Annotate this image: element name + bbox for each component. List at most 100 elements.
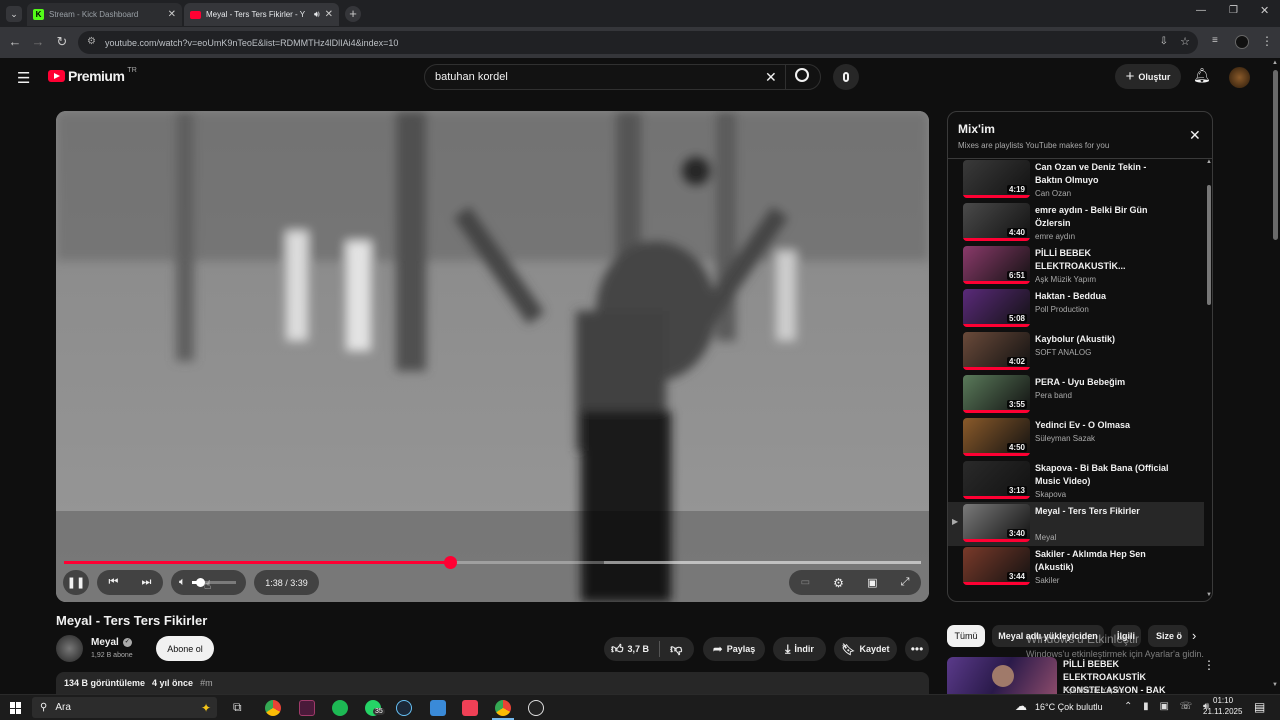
fullscreen-icon[interactable]: ⤢ bbox=[901, 576, 910, 589]
bookmark-star-icon[interactable]: ☆ bbox=[1180, 35, 1190, 48]
youtube-logo[interactable]: Premium TR bbox=[48, 67, 137, 84]
more-actions-button[interactable]: ••• bbox=[905, 637, 929, 661]
scrollbar-track[interactable]: ▲ ▼ bbox=[1204, 159, 1212, 601]
play-pause-button[interactable]: ❚❚ bbox=[63, 570, 89, 595]
clock-date[interactable]: 21.11.2025 bbox=[1203, 707, 1242, 716]
progress-scrubber[interactable] bbox=[443, 556, 457, 569]
dislike-icon[interactable]: 👎︎ bbox=[670, 642, 682, 657]
site-info-icon[interactable]: ⚙ bbox=[87, 36, 96, 47]
like-count[interactable]: 3,7 B bbox=[628, 644, 650, 654]
close-tab-icon[interactable]: ✕ bbox=[325, 9, 333, 20]
mix-list-item[interactable]: ▶ 3:40 Meyal - Ters Ters Fikirler Meyal bbox=[948, 502, 1204, 546]
volume-icon[interactable]: 🔈︎ bbox=[179, 576, 186, 589]
tray-icons[interactable]: ⌃ ▮ ▣ ☏ 🔊︎ bbox=[1124, 701, 1213, 712]
mix-item-thumbnail[interactable]: 3:40 bbox=[963, 504, 1030, 542]
mix-item-thumbnail[interactable]: 3:55 bbox=[963, 375, 1030, 413]
recommended-more-icon[interactable]: ⋮ bbox=[1203, 658, 1215, 672]
mix-item-thumbnail[interactable]: 4:40 bbox=[963, 203, 1030, 241]
chrome-icon[interactable] bbox=[265, 700, 281, 716]
notification-center-icon[interactable]: ▤ bbox=[1254, 700, 1265, 714]
install-app-icon[interactable]: ⇩ bbox=[1160, 36, 1168, 47]
subtitles-icon[interactable]: ▭ bbox=[801, 577, 810, 588]
notifications-bell-icon[interactable]: 🔔︎ bbox=[1193, 67, 1211, 84]
hashtag[interactable]: #m bbox=[200, 678, 213, 688]
subscribe-button[interactable]: Abone ol bbox=[156, 636, 214, 661]
tab-youtube[interactable]: Meyal - Ters Ters Fikirler - Y 🔊︎ ✕ bbox=[184, 3, 339, 26]
close-tab-icon[interactable]: ✕ bbox=[168, 9, 176, 20]
steam-icon[interactable] bbox=[396, 700, 412, 716]
description-box[interactable]: 134 B görüntüleme 4 yıl önce #m bbox=[56, 672, 929, 694]
taskbar-search[interactable]: ⚲ Ara ✦ bbox=[32, 697, 217, 718]
menu-icon[interactable]: ☰ bbox=[17, 69, 30, 87]
account-avatar[interactable] bbox=[1229, 67, 1250, 88]
mix-item-thumbnail[interactable]: 4:50 bbox=[963, 418, 1030, 456]
chrome-active-icon[interactable] bbox=[495, 700, 511, 716]
chevron-right-icon[interactable]: › bbox=[1192, 628, 1196, 643]
mix-list-item[interactable]: 3:13 Skapova - Bi Bak Bana (Official Musi… bbox=[948, 459, 1204, 503]
mix-item-thumbnail[interactable]: 5:08 bbox=[963, 289, 1030, 327]
mix-item-thumbnail[interactable]: 3:44 bbox=[963, 547, 1030, 585]
progress-bar[interactable] bbox=[64, 556, 921, 569]
mix-list-item[interactable]: 4:19 Can Ozan ve Deniz Tekin - Baktın Olm… bbox=[948, 158, 1204, 202]
new-tab-button[interactable]: + bbox=[345, 6, 361, 22]
address-bar[interactable]: ⚙ youtube.com/watch?v=eoUmK9nTeoE&list=R… bbox=[78, 31, 1198, 54]
voice-search-button[interactable] bbox=[833, 64, 859, 90]
create-button[interactable]: + Oluştur bbox=[1115, 64, 1181, 89]
mix-list-item[interactable]: 4:02 Kaybolur (Akustik) SOFT ANALOG bbox=[948, 330, 1204, 374]
whatsapp-icon[interactable]: 35 bbox=[365, 700, 385, 716]
weather-icon[interactable]: ☁ bbox=[1015, 699, 1027, 713]
mix-list-item[interactable]: 4:50 Yedinci Ev - O Olmasa Süleyman Sazak bbox=[948, 416, 1204, 460]
task-view-icon[interactable]: ⧉ bbox=[233, 700, 242, 715]
mix-list-item[interactable]: 5:08 Haktan - Beddua Poll Production bbox=[948, 287, 1204, 331]
page-scrollbar[interactable]: ▲ ▼ bbox=[1270, 58, 1280, 694]
download-button[interactable]: ⤓ İndir bbox=[773, 637, 826, 661]
search-input[interactable]: batuhan kordel ✕ bbox=[424, 64, 821, 90]
app-icon-dark[interactable] bbox=[299, 700, 315, 716]
clock-time[interactable]: 01:10 bbox=[1213, 696, 1233, 705]
mix-item-thumbnail[interactable]: 4:19 bbox=[963, 160, 1030, 198]
volume-slider[interactable] bbox=[191, 578, 236, 587]
minimize-button[interactable]: — bbox=[1196, 5, 1206, 16]
channel-avatar[interactable] bbox=[56, 635, 83, 662]
close-window-button[interactable]: ✕ bbox=[1260, 4, 1269, 17]
next-icon[interactable]: ⏭︎ bbox=[142, 576, 152, 589]
obs-icon[interactable] bbox=[528, 700, 544, 716]
profile-avatar[interactable] bbox=[1235, 35, 1249, 49]
spotify-icon[interactable] bbox=[332, 700, 348, 716]
weather-text[interactable]: 16°C Çok bulutlu bbox=[1035, 702, 1103, 712]
mix-list-item[interactable]: 6:51 PİLLİ BEBEK ELEKTROAKUSTİK... Aşk Müz… bbox=[948, 244, 1204, 288]
previous-icon[interactable]: ⏮︎ bbox=[109, 576, 119, 589]
browser-menu-icon[interactable]: ⋮ bbox=[1261, 34, 1273, 48]
media-controls-icon[interactable]: ≡ bbox=[1212, 35, 1218, 46]
recommended-thumbnail[interactable] bbox=[947, 657, 1057, 694]
tab-kick-dashboard[interactable]: K Stream - Kick Dashboard ✕ bbox=[27, 3, 182, 26]
speaker-icon[interactable]: 🔊︎ bbox=[314, 9, 320, 20]
pocket-icon[interactable] bbox=[462, 700, 478, 716]
settings-gear-icon[interactable]: ⚙ bbox=[833, 576, 844, 590]
miniplayer-icon[interactable]: ▣ bbox=[867, 576, 877, 589]
mix-list-item[interactable]: 4:40 emre aydın - Belki Bir Gün Özlersin e… bbox=[948, 201, 1204, 245]
close-icon[interactable]: ✕ bbox=[1189, 127, 1201, 144]
tab-search-icon[interactable]: ⌄ bbox=[6, 6, 22, 22]
scroll-down-icon[interactable]: ▼ bbox=[1206, 592, 1212, 598]
reload-button[interactable]: ↻ bbox=[53, 34, 71, 50]
page-scrollbar-thumb[interactable] bbox=[1273, 70, 1278, 240]
mix-item-thumbnail[interactable]: 6:51 bbox=[963, 246, 1030, 284]
maximize-button[interactable]: ❐ bbox=[1229, 5, 1238, 16]
video-player[interactable] bbox=[56, 111, 929, 602]
share-button[interactable]: ➦ Paylaş bbox=[703, 637, 765, 661]
files-icon[interactable] bbox=[430, 700, 446, 716]
chip-for-you[interactable]: Size ö bbox=[1148, 625, 1188, 647]
channel-name[interactable]: Meyal ✓ bbox=[91, 637, 132, 648]
clear-search-icon[interactable]: ✕ bbox=[765, 69, 777, 86]
chip-all[interactable]: Tümü bbox=[947, 625, 985, 647]
save-button[interactable]: 🔖︎ Kaydet bbox=[834, 637, 897, 661]
scroll-up-icon[interactable]: ▲ bbox=[1206, 159, 1212, 165]
scrollbar-thumb[interactable] bbox=[1207, 185, 1211, 305]
mix-item-thumbnail[interactable]: 4:02 bbox=[963, 332, 1030, 370]
windows-start-icon[interactable] bbox=[10, 702, 22, 714]
forward-button[interactable]: → bbox=[29, 34, 47, 49]
mix-list-item[interactable]: 3:55 PERA - Uyu Bebeğim Pera band bbox=[948, 373, 1204, 417]
like-icon[interactable]: 👍︎ bbox=[611, 642, 624, 657]
mix-item-thumbnail[interactable]: 3:13 bbox=[963, 461, 1030, 499]
